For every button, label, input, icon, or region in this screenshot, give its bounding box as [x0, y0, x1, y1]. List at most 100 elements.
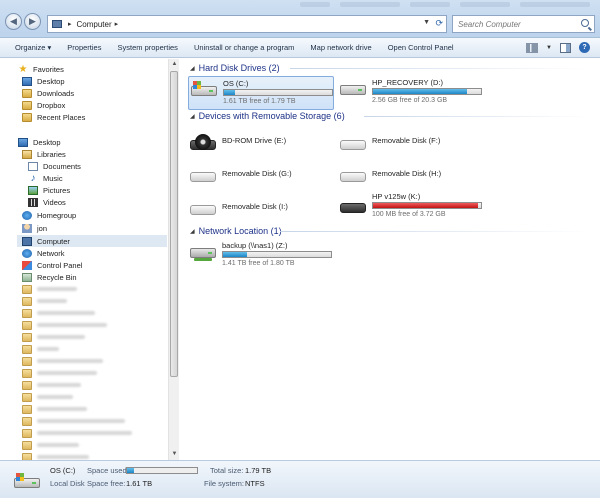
- drive-backup-z[interactable]: backup (\\nas1) (Z:) 1.41 TB free of 1.8…: [188, 239, 334, 273]
- group-header-removable[interactable]: ◢ Devices with Removable Storage (6): [190, 110, 345, 122]
- drive-hp-v125w-k[interactable]: HP v125w (K:) 100 MB free of 3.72 GB: [338, 190, 484, 224]
- command-bar: Organize ▾ Properties System properties …: [0, 38, 600, 58]
- scroll-up-icon[interactable]: ▲: [170, 60, 179, 69]
- folder-icon: [22, 440, 32, 450]
- sidebar-item-desktop-fav[interactable]: Desktop: [22, 75, 65, 87]
- folder-icon: [22, 320, 32, 330]
- sidebar-item-recent-places[interactable]: Recent Places: [22, 111, 85, 123]
- bd-rom-drive-icon: [190, 134, 216, 153]
- sidebar-item-network[interactable]: Network: [22, 247, 65, 259]
- drive-os-c[interactable]: OS (C:) 1.61 TB free of 1.79 TB: [188, 76, 334, 110]
- open-control-panel-button[interactable]: Open Control Panel: [380, 43, 462, 52]
- preview-pane-icon[interactable]: [560, 42, 571, 53]
- sidebar-item-label: Videos: [43, 197, 66, 207]
- sidebar-scrollbar[interactable]: ▲ ▼: [168, 59, 179, 460]
- blurred-folder[interactable]: [22, 355, 103, 367]
- collapse-icon[interactable]: ◢: [190, 65, 195, 72]
- hard-drive-icon: [340, 80, 366, 98]
- forward-arrow-icon: ▶: [29, 16, 36, 26]
- blurred-folder[interactable]: [22, 439, 79, 451]
- drive-removable-g[interactable]: Removable Disk (G:): [188, 163, 334, 197]
- view-options-dropdown-icon[interactable]: ▼: [546, 45, 552, 51]
- drive-free-space: 1.61 TB free of 1.79 TB: [223, 98, 296, 105]
- documents-icon: [28, 161, 38, 171]
- sidebar-item-label: Dropbox: [37, 100, 66, 110]
- blurred-folder[interactable]: [22, 403, 87, 415]
- sidebar-item-homegroup[interactable]: Homegroup: [22, 209, 76, 221]
- group-header-network[interactable]: ◢ Network Location (1): [190, 225, 282, 237]
- group-header-hard-disks[interactable]: ◢ Hard Disk Drives (2): [190, 62, 280, 74]
- blurred-folder[interactable]: [22, 295, 67, 307]
- sidebar-item-music[interactable]: ♪ Music: [28, 172, 63, 184]
- blurred-folder[interactable]: [22, 283, 77, 295]
- sidebar-item-recycle-bin[interactable]: Recycle Bin: [22, 271, 77, 283]
- sidebar-item-user[interactable]: jon: [22, 222, 47, 234]
- search-input[interactable]: Search Computer: [452, 15, 595, 33]
- back-button[interactable]: ◀: [5, 13, 22, 30]
- details-total-size-value: 1.79 TB: [245, 466, 272, 475]
- sidebar-item-computer[interactable]: Computer: [17, 235, 167, 247]
- chevron-right-icon[interactable]: ▸: [68, 20, 72, 28]
- blurred-folder[interactable]: [22, 415, 125, 427]
- blurred-label: [37, 443, 79, 447]
- drive-removable-f[interactable]: Removable Disk (F:): [338, 131, 484, 165]
- search-icon[interactable]: [581, 19, 589, 27]
- chevron-right-icon[interactable]: ▸: [115, 20, 119, 28]
- blurred-folder[interactable]: [22, 319, 107, 331]
- blurred-folder[interactable]: [22, 343, 59, 355]
- refresh-icon[interactable]: ⟳: [435, 18, 443, 29]
- drive-name: Removable Disk (H:): [372, 169, 442, 178]
- navigation-pane: ★ Favorites Desktop Downloads Dropbox Rec…: [0, 59, 168, 460]
- sidebar-item-pictures[interactable]: Pictures: [28, 184, 70, 196]
- removable-disk-icon: [340, 135, 366, 153]
- help-icon[interactable]: ?: [579, 42, 590, 53]
- sidebar-item-videos[interactable]: Videos: [28, 196, 66, 208]
- sidebar-item-label: Desktop: [37, 76, 65, 86]
- drive-name: Removable Disk (G:): [222, 169, 292, 178]
- blurred-folder[interactable]: [22, 307, 95, 319]
- blurred-folder[interactable]: [22, 379, 81, 391]
- blurred-folder[interactable]: [22, 367, 97, 379]
- drive-bdrom-e[interactable]: BD-ROM Drive (E:): [188, 131, 334, 165]
- details-space-free-value: 1.61 TB: [126, 479, 153, 488]
- sidebar-item-label: Music: [43, 173, 63, 183]
- blurred-folder[interactable]: [22, 331, 85, 343]
- properties-button[interactable]: Properties: [59, 43, 109, 52]
- details-file-system-value: NTFS: [245, 479, 265, 488]
- drive-hp-recovery-d[interactable]: HP_RECOVERY (D:) 2.56 GB free of 20.3 GB: [338, 76, 484, 110]
- sidebar-item-dropbox[interactable]: Dropbox: [22, 99, 65, 111]
- history-dropdown-icon[interactable]: ▼: [423, 19, 430, 26]
- sidebar-item-favorites[interactable]: ★ Favorites: [18, 63, 64, 75]
- address-bar[interactable]: ▸ Computer ▸ ▼ ⟳: [47, 15, 447, 33]
- forward-button[interactable]: ▶: [24, 13, 41, 30]
- homegroup-icon: [22, 210, 32, 220]
- folder-icon: [22, 368, 32, 378]
- star-icon: ★: [18, 63, 28, 75]
- change-view-icon[interactable]: [526, 42, 539, 53]
- collapse-icon[interactable]: ◢: [190, 228, 195, 235]
- scroll-down-icon[interactable]: ▼: [170, 450, 179, 459]
- collapse-icon[interactable]: ◢: [190, 113, 195, 120]
- scrollbar-thumb[interactable]: [170, 71, 178, 377]
- sidebar-item-label: Control Panel: [37, 260, 83, 270]
- sidebar-item-label: Homegroup: [37, 210, 77, 220]
- sidebar-item-libraries[interactable]: Libraries: [22, 148, 66, 160]
- blurred-folder[interactable]: [22, 451, 89, 460]
- sidebar-item-downloads[interactable]: Downloads: [22, 87, 74, 99]
- organize-button[interactable]: Organize ▾: [0, 43, 59, 52]
- blurred-folder[interactable]: [22, 391, 73, 403]
- desktop-icon: [22, 76, 32, 86]
- sidebar-item-documents[interactable]: Documents: [28, 160, 81, 172]
- map-network-drive-button[interactable]: Map network drive: [302, 43, 379, 52]
- details-drive-name: OS (C:): [50, 466, 76, 475]
- drive-name: BD-ROM Drive (E:): [222, 136, 287, 145]
- blurred-folder[interactable]: [22, 427, 132, 439]
- uninstall-program-button[interactable]: Uninstall or change a program: [186, 43, 302, 52]
- group-divider: [290, 68, 590, 69]
- system-properties-button[interactable]: System properties: [109, 43, 185, 52]
- folder-icon: [22, 380, 32, 390]
- sidebar-item-desktop[interactable]: Desktop: [18, 136, 61, 148]
- breadcrumb-computer[interactable]: Computer: [77, 20, 112, 29]
- folder-icon: [22, 404, 32, 414]
- sidebar-item-control-panel[interactable]: Control Panel: [22, 259, 82, 271]
